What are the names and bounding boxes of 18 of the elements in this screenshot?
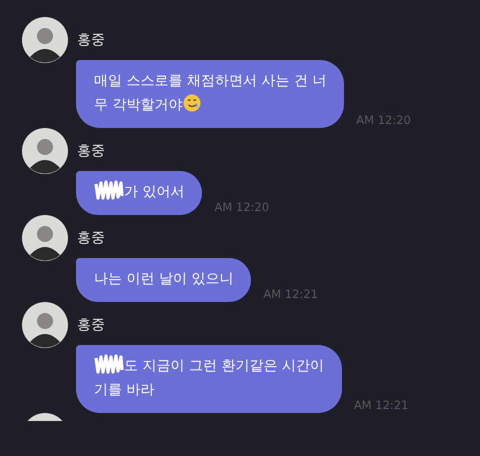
sender-name: 홍중 xyxy=(77,31,105,49)
avatar xyxy=(22,17,68,63)
message-time: AM 12:20 xyxy=(356,113,411,127)
message-text: 매일 스스로를 채점하면서 사는 건 너 xyxy=(94,73,326,89)
sender-name: 홍중 xyxy=(77,229,105,247)
sender-name: 홍중 xyxy=(77,316,105,334)
message-time: AM 12:21 xyxy=(354,398,408,412)
message-text: 무 각박할거야 xyxy=(94,97,182,113)
message-text: 나는 이런 날이 있으니 xyxy=(94,271,234,287)
sender-name: 홍중 xyxy=(77,142,105,160)
avatar xyxy=(22,215,68,261)
avatar xyxy=(22,128,68,174)
message-time: AM 12:20 xyxy=(214,200,270,214)
message-time: AM 12:21 xyxy=(263,287,318,301)
message-text: 가 있어서 xyxy=(124,184,184,200)
avatar xyxy=(22,302,68,348)
message-text: 도 지금이 그런 환기같은 시간이 xyxy=(124,358,324,374)
message-text: 기를 바라 xyxy=(94,382,154,398)
